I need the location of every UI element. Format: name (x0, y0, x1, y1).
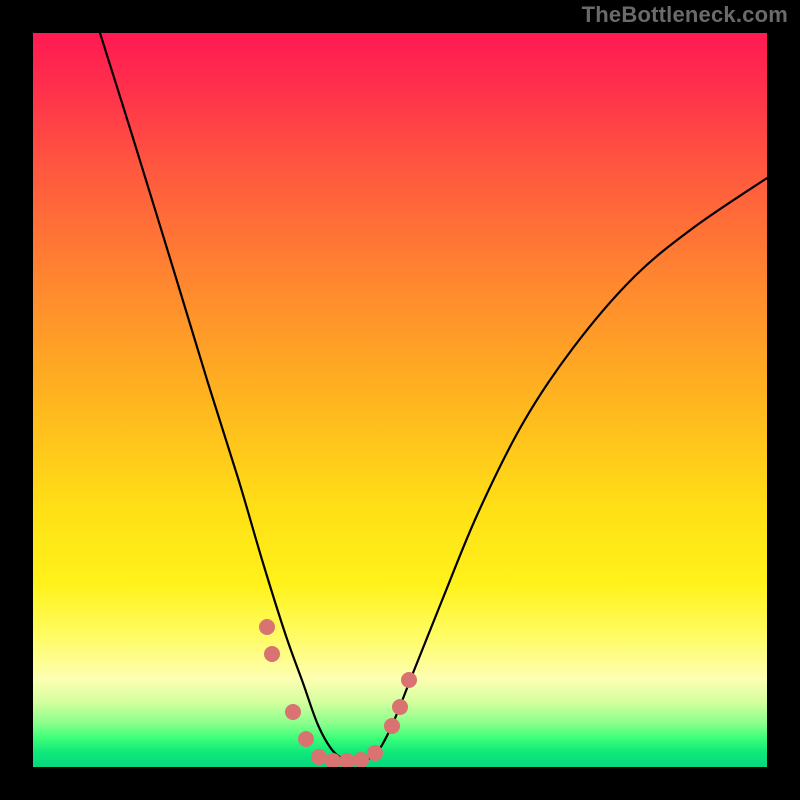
bottleneck-curve (33, 33, 767, 767)
chart-canvas: TheBottleneck.com (0, 0, 800, 800)
curve-marker (311, 749, 327, 765)
curve-marker (264, 646, 280, 662)
curve-marker (298, 731, 314, 747)
curve-marker (384, 718, 400, 734)
curve-marker (367, 745, 383, 761)
curve-marker (339, 753, 355, 767)
curve-marker (392, 699, 408, 715)
curve-marker (259, 619, 275, 635)
curve-path (100, 33, 767, 762)
curve-markers (259, 619, 417, 767)
curve-marker (401, 672, 417, 688)
curve-marker (353, 752, 369, 767)
watermark-label: TheBottleneck.com (582, 2, 788, 28)
plot-area (33, 33, 767, 767)
curve-marker (285, 704, 301, 720)
